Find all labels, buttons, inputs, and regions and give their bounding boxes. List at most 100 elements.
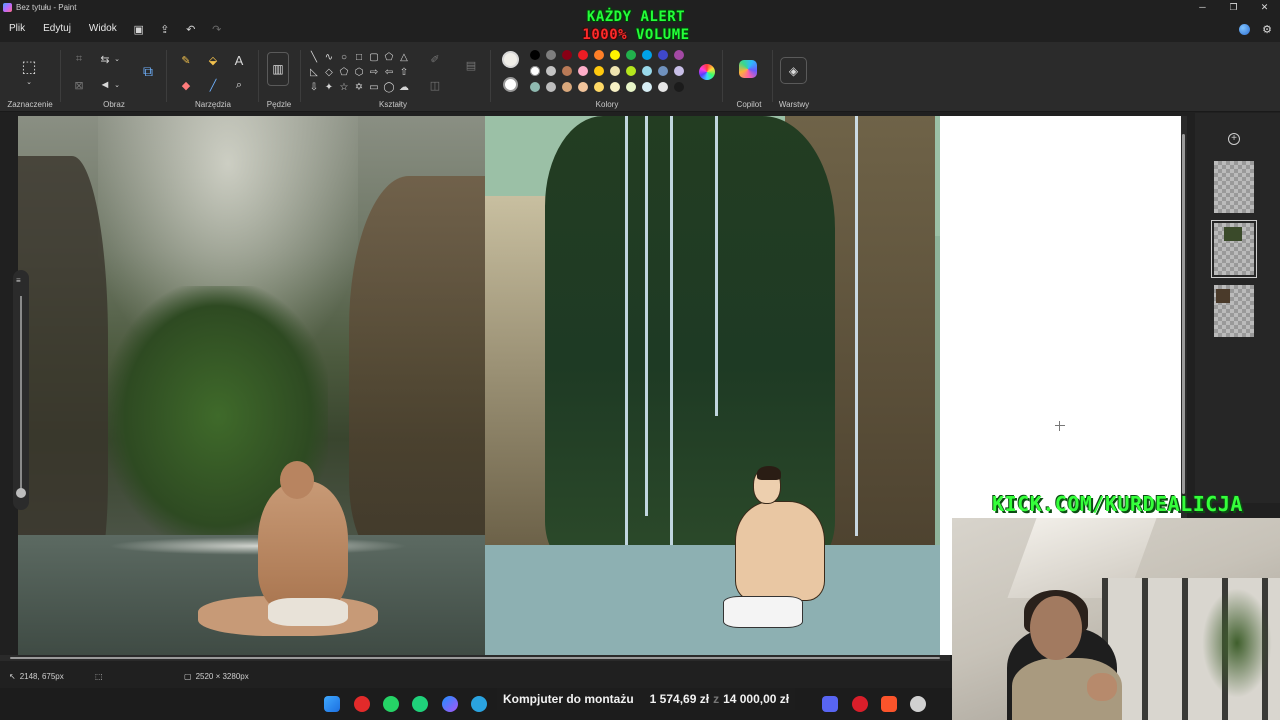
messenger-icon[interactable] [442, 696, 458, 712]
color-swatch-21[interactable] [530, 82, 540, 92]
shape-star6-icon[interactable]: ✡ [352, 80, 366, 94]
color-swatch-27[interactable] [626, 82, 636, 92]
shape-callout-oval-icon[interactable]: ◯ [382, 80, 396, 94]
chevron-down-icon[interactable]: ⌄ [113, 78, 121, 92]
shape-arrow-left-icon[interactable]: ⇦ [382, 65, 396, 79]
color-swatch-20[interactable] [674, 66, 684, 76]
color-swatch-25[interactable] [594, 82, 604, 92]
fill-bucket-icon[interactable]: ⬙ [205, 52, 221, 68]
brush-selector-button[interactable]: ▥ [267, 52, 289, 86]
color-swatch-1[interactable] [530, 50, 540, 60]
telegram-icon[interactable] [471, 696, 487, 712]
color-swatch-22[interactable] [546, 82, 556, 92]
color-swatch-30[interactable] [674, 82, 684, 92]
shape-line-icon[interactable]: ╲ [307, 50, 321, 64]
color-swatch-26[interactable] [610, 82, 620, 92]
share-icon[interactable]: ⇪ [152, 18, 178, 40]
shape-hexagon-icon[interactable]: ⬡ [352, 65, 366, 79]
zoom-track[interactable] [20, 296, 22, 491]
zoom-knob[interactable] [16, 488, 26, 498]
shape-right-triangle-icon[interactable]: ◺ [307, 65, 321, 79]
image-select-icon[interactable]: ⧉ [139, 62, 157, 80]
start-windows-icon[interactable] [324, 696, 340, 712]
color-swatch-29[interactable] [658, 82, 668, 92]
layer-thumbnail-3[interactable] [1214, 285, 1254, 337]
color-swatch-14[interactable] [578, 66, 588, 76]
menu-file[interactable]: Plik [0, 18, 34, 40]
close-button[interactable]: ✕ [1249, 0, 1280, 15]
remove-background-icon[interactable]: ⊠ [72, 78, 86, 92]
color-swatch-3[interactable] [562, 50, 572, 60]
color-swatch-4[interactable] [578, 50, 588, 60]
color-swatch-16[interactable] [610, 66, 620, 76]
color-swatch-24[interactable] [578, 82, 588, 92]
resize-icon[interactable]: ⇆ [98, 52, 112, 66]
shape-fill-icon[interactable]: ▤ [464, 58, 478, 72]
chevron-down-icon[interactable]: ⌄ [22, 78, 36, 86]
shape-star4-icon[interactable]: ✦ [322, 80, 336, 94]
color-swatch-6[interactable] [610, 50, 620, 60]
zoom-fit-icon[interactable]: ≡ [16, 276, 21, 285]
pencil-icon[interactable]: ✎ [178, 52, 194, 68]
color-swatch-13[interactable] [562, 66, 572, 76]
shape-fill-style-icon[interactable]: ◫ [428, 78, 442, 92]
menu-edit[interactable]: Edytuj [34, 18, 80, 40]
crop-icon[interactable]: ⌗ [72, 52, 86, 66]
menu-view[interactable]: Widok [80, 18, 126, 40]
vivaldi-icon[interactable] [852, 696, 868, 712]
shape-rectangle-icon[interactable]: □ [352, 50, 366, 64]
primary-color-swatch[interactable] [502, 51, 519, 68]
shape-triangle-icon[interactable]: △ [397, 50, 411, 64]
shape-oval-icon[interactable]: ○ [337, 50, 351, 64]
save-icon[interactable]: ▣ [126, 18, 152, 40]
color-swatch-7[interactable] [626, 50, 636, 60]
redo-icon[interactable]: ↷ [204, 18, 230, 40]
rotate-icon[interactable]: ◄ [98, 78, 112, 92]
horizontal-scrollbar[interactable] [0, 655, 950, 661]
color-swatch-19[interactable] [658, 66, 668, 76]
magnifier-icon[interactable]: ⌕ [231, 77, 247, 93]
color-picker-icon[interactable]: ╱ [205, 77, 221, 93]
color-swatch-12[interactable] [546, 66, 556, 76]
color-swatch-28[interactable] [642, 82, 652, 92]
color-swatch-10[interactable] [674, 50, 684, 60]
color-swatch-2[interactable] [546, 50, 556, 60]
chevron-down-icon[interactable]: ⌄ [113, 52, 121, 66]
vertical-scroll-thumb[interactable] [1182, 134, 1185, 494]
text-tool-icon[interactable]: A [231, 52, 247, 68]
color-swatch-17[interactable] [626, 66, 636, 76]
zoom-slider[interactable]: ≡ [13, 270, 29, 510]
chrome-icon[interactable] [910, 696, 926, 712]
shape-pentagon-icon[interactable]: ⬠ [337, 65, 351, 79]
brave-icon[interactable] [881, 696, 897, 712]
color-swatch-9[interactable] [658, 50, 668, 60]
minimize-button[interactable]: ─ [1187, 0, 1218, 15]
horizontal-scroll-thumb[interactable] [10, 657, 940, 659]
color-swatch-5[interactable] [594, 50, 604, 60]
settings-gear-icon[interactable]: ⚙ [1262, 23, 1272, 36]
layer-thumbnail-2[interactable] [1211, 220, 1257, 278]
layer-thumbnail-1[interactable] [1214, 161, 1254, 213]
shape-arrow-right-icon[interactable]: ⇨ [367, 65, 381, 79]
color-swatch-23[interactable] [562, 82, 572, 92]
shape-arrow-down-icon[interactable]: ⇩ [307, 80, 321, 94]
color-swatch-15[interactable] [594, 66, 604, 76]
maximize-button[interactable]: ❐ [1218, 0, 1249, 15]
shape-cloud-icon[interactable]: ☁ [397, 80, 411, 94]
whatsapp-icon[interactable] [383, 696, 399, 712]
shape-rounded-rect-icon[interactable]: ▢ [367, 50, 381, 64]
add-layer-icon[interactable]: + [1228, 133, 1240, 145]
shape-outline-icon[interactable]: ✐ [428, 52, 442, 66]
undo-icon[interactable]: ↶ [178, 18, 204, 40]
shape-diamond-icon[interactable]: ◇ [322, 65, 336, 79]
shape-polygon-icon[interactable]: ⬠ [382, 50, 396, 64]
edit-colors-wheel-icon[interactable] [699, 64, 715, 80]
color-swatch-8[interactable] [642, 50, 652, 60]
select-rectangle-icon[interactable]: ⬚ [18, 56, 40, 78]
account-icon[interactable] [1239, 23, 1251, 35]
secondary-color-swatch[interactable] [503, 77, 518, 92]
shape-callout-rect-icon[interactable]: ▭ [367, 80, 381, 94]
copilot-icon[interactable] [739, 60, 757, 78]
layers-toggle-button[interactable]: ◈ [780, 57, 807, 84]
color-swatch-11[interactable] [530, 66, 540, 76]
